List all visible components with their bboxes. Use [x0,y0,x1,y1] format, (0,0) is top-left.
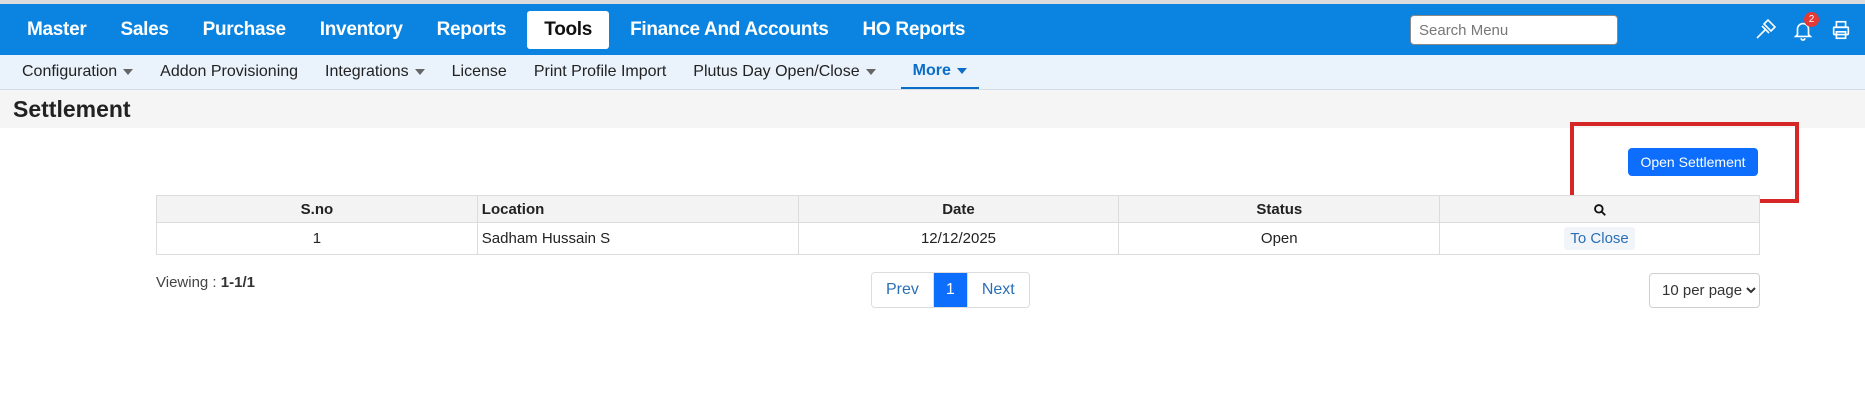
caret-down-icon [956,68,967,74]
subnav-item-label: License [451,63,507,80]
subnav-item-plutus-day-open-close[interactable]: Plutus Day Open/Close [683,55,892,89]
subnav-item-label: More [912,62,951,79]
nav-item-purchase[interactable]: Purchase [186,11,303,49]
nav-item-sales[interactable]: Sales [103,11,185,49]
subnav-item-label: Print Profile Import [533,63,667,80]
column-header-status: Status [1118,195,1441,223]
column-header-actions [1439,195,1760,223]
pagination: Prev 1 Next [871,272,1030,308]
page-number-button[interactable]: 1 [933,273,968,307]
column-header-location: Location [476,195,799,223]
caret-down-icon [123,69,134,75]
nav-item-finance-and-accounts[interactable]: Finance And Accounts [613,11,845,49]
cell-status: Open [1118,222,1441,255]
prev-page-button[interactable]: Prev [872,273,934,307]
subnav-item-label: Configuration [22,63,118,80]
cell-action: To Close [1439,222,1760,255]
nav-item-reports[interactable]: Reports [420,11,524,49]
notification-badge: 2 [1804,11,1819,27]
viewing-range: 1-1/1 [220,274,255,291]
page-title: Settlement [13,95,131,122]
top-navigation-bar: Master Sales Purchase Inventory Reports … [0,4,1865,55]
search-icon[interactable] [1593,201,1607,218]
to-close-link[interactable]: To Close [1564,227,1635,250]
viewing-summary: Viewing : 1-1/1 [156,274,255,291]
cell-sno: 1 [156,222,478,255]
hammer-icon[interactable] [1751,16,1779,44]
caret-down-icon [865,69,876,75]
cell-date: 12/12/2025 [797,222,1120,255]
printer-icon[interactable] [1827,16,1855,44]
subnav-item-configuration[interactable]: Configuration [12,55,150,89]
subnav-item-label: Integrations [325,63,409,80]
next-page-button[interactable]: Next [967,273,1029,307]
subnav-item-integrations[interactable]: Integrations [315,55,442,89]
subnav-item-addon-provisioning[interactable]: Addon Provisioning [150,55,315,89]
column-header-sno: S.no [156,195,478,223]
nav-item-master[interactable]: Master [10,11,103,49]
nav-item-ho-reports[interactable]: HO Reports [846,11,983,49]
settlement-table: S.no Location Date Status 1 Sadham Hussa [156,195,1760,255]
settlement-content: Open Settlement S.no Location Date Statu… [0,122,1865,406]
sub-navigation-bar: Configuration Addon Provisioning Integra… [0,55,1865,90]
column-header-date: Date [797,195,1120,223]
subnav-item-more[interactable]: More [900,55,979,89]
bell-icon[interactable]: 2 [1789,11,1819,44]
top-icons-group: 2 [1751,4,1865,55]
subnav-item-label: Plutus Day Open/Close [693,63,860,80]
cell-location: Sadham Hussain S [476,222,799,255]
open-settlement-button[interactable]: Open Settlement [1628,148,1758,176]
table-row: 1 Sadham Hussain S 12/12/2025 Open To Cl… [156,222,1760,255]
subnav-item-license[interactable]: License [442,55,524,89]
table-header-row: S.no Location Date Status [156,195,1760,223]
nav-item-inventory[interactable]: Inventory [303,11,420,49]
subnav-item-label: Addon Provisioning [160,63,299,80]
caret-down-icon [414,69,425,75]
viewing-label: Viewing : [156,274,217,291]
per-page-select[interactable]: 10 per page [1649,273,1760,308]
nav-item-tools[interactable]: Tools [527,10,610,49]
subnav-item-print-profile-import[interactable]: Print Profile Import [524,55,683,89]
search-menu-input[interactable] [1410,15,1618,45]
